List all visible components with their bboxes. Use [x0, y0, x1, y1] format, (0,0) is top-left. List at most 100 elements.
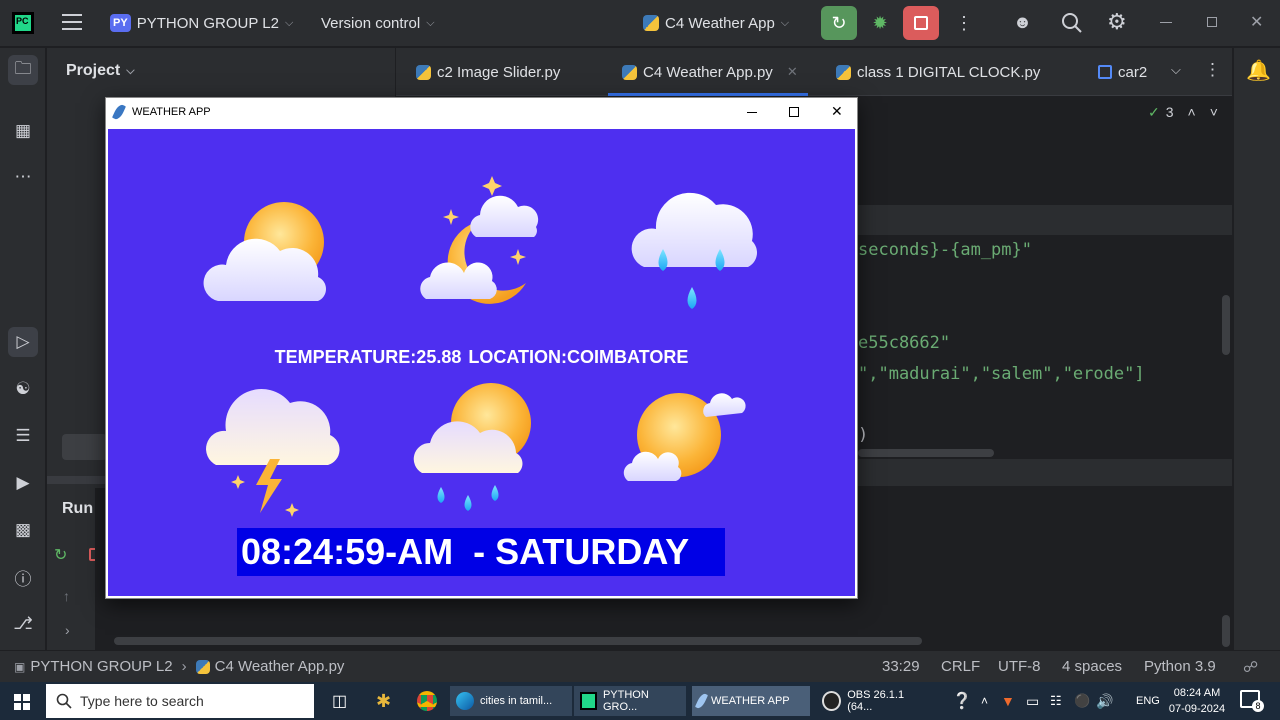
taskbar-app-pycharm[interactable]: PYTHON GRO... — [574, 686, 686, 716]
thunder-cloud-icon — [206, 388, 340, 517]
scroll-up-icon[interactable]: ↑ — [63, 588, 70, 604]
sun-rain-cloud-icon — [413, 383, 531, 511]
show-hidden-icons[interactable]: ˄ — [975, 686, 994, 716]
problems-icon[interactable]: ⓘ — [8, 562, 38, 592]
search-placeholder: Type here to search — [80, 693, 204, 709]
code-line: seconds}-{am_pm}" — [858, 240, 1032, 260]
close-window-icon[interactable]: ✕ — [831, 103, 843, 120]
obs-icon — [822, 691, 842, 711]
breadcrumb[interactable]: ▣ PYTHON GROUP L2 › C4 Weather App.py — [14, 658, 344, 675]
run-config-selector[interactable]: C4 Weather App ⌵ — [643, 9, 789, 37]
tab-label: class 1 DIGITAL CLOCK.py — [857, 63, 1041, 81]
vertical-scrollbar[interactable] — [1222, 295, 1230, 355]
more-tools-icon[interactable]: ⋯ — [8, 162, 38, 192]
code-line: ","madurai","salem","erode"] — [858, 364, 1145, 384]
left-tool-stripe: 🗀 ▦ ⋯ ▷ ☯ ☰ ▶ ▩ ⓘ ⎇ — [0, 48, 46, 650]
pycharm-icon — [580, 692, 597, 710]
python-file-icon — [195, 659, 210, 674]
run-vscrollbar[interactable] — [1222, 615, 1230, 647]
close-tab-icon[interactable]: ✕ — [787, 64, 798, 80]
indent-setting[interactable]: 4 spaces — [1062, 658, 1122, 675]
taskbar-app-label: WEATHER APP — [711, 695, 790, 707]
clock-time: 08:24 AM — [1173, 687, 1221, 699]
run-tool-icon[interactable]: ▷ — [8, 327, 38, 357]
inspections-widget[interactable]: ✓ 3 ˄ ˅ — [1148, 104, 1218, 121]
windows-start-icon[interactable] — [14, 694, 30, 710]
tab-label: c2 Image Slider.py — [437, 63, 561, 81]
weather-app-titlebar[interactable]: WEATHER APP ✕ — [106, 98, 857, 128]
next-issue-icon[interactable]: ˅ — [1210, 104, 1218, 121]
chevron-down-icon: ⌵ — [426, 16, 435, 29]
project-panel-header[interactable]: Project ⌵ — [66, 62, 135, 80]
expand-icon[interactable]: › — [65, 622, 70, 638]
taskbar-app-label: OBS 26.1.1 (64... — [847, 689, 905, 713]
settings-gear-icon[interactable]: ⚙ — [1107, 10, 1131, 34]
restore-ide-icon[interactable] — [1207, 17, 1217, 27]
python-file-icon — [416, 64, 431, 80]
tab-list-chevron-icon[interactable]: ⌵ — [1171, 62, 1181, 78]
taskbar-search-box[interactable]: Type here to search — [46, 684, 314, 718]
help-icon[interactable]: ❔ — [946, 686, 978, 716]
close-ide-icon[interactable]: ✕ — [1250, 12, 1264, 32]
main-menu-icon[interactable] — [62, 14, 82, 32]
minimize-window-icon[interactable] — [747, 112, 757, 113]
services-icon[interactable]: ▶ — [8, 468, 38, 498]
search-icon[interactable] — [1061, 12, 1083, 34]
chrome-icon[interactable] — [411, 686, 443, 716]
project-scrollbar[interactable] — [62, 434, 107, 460]
taskbar-app-obs[interactable]: OBS 26.1.1 (64... — [816, 686, 934, 716]
project-panel-title: Project — [66, 62, 121, 79]
project-folder-icon[interactable]: 🗀 — [8, 55, 38, 85]
rerun-small-icon[interactable]: ↻ — [54, 545, 67, 565]
python-packages-icon[interactable]: ☰ — [8, 421, 38, 451]
run-panel-title: Run — [62, 500, 94, 517]
network-icon[interactable]: ☷ — [1044, 686, 1068, 716]
minimize-ide-icon[interactable] — [1160, 22, 1172, 23]
battery-icon[interactable]: ▭ — [1020, 686, 1045, 716]
tab-weather-app[interactable]: C4 Weather App.py ✕ — [622, 60, 798, 84]
notification-center-icon[interactable]: 8 — [1240, 690, 1264, 712]
rerun-button[interactable]: ↻ — [821, 6, 857, 40]
breadcrumb-file[interactable]: C4 Weather App.py — [215, 658, 345, 675]
debug-button[interactable]: ✹ — [864, 6, 896, 40]
taskbar-app-weather[interactable]: WEATHER APP — [692, 686, 810, 716]
git-icon[interactable]: ⎇ — [8, 609, 38, 639]
taskbar-app-edge[interactable]: cities in tamil... — [450, 686, 572, 716]
task-view-icon[interactable]: ◫ — [326, 686, 353, 716]
project-selector[interactable]: PY PYTHON GROUP L2 ⌵ — [110, 9, 293, 37]
inspections-count: 3 — [1165, 104, 1174, 120]
brave-icon[interactable]: ▼ — [995, 686, 1021, 716]
breadcrumb-project[interactable]: PYTHON GROUP L2 — [30, 658, 172, 675]
account-icon[interactable]: ☻ — [1013, 12, 1037, 34]
chevron-down-icon: ⌵ — [284, 16, 294, 29]
stop-button[interactable] — [903, 6, 939, 40]
taskbar-app-label: PYTHON GRO... — [602, 689, 649, 713]
caret-position[interactable]: 33:29 — [882, 658, 920, 675]
terminal-icon[interactable]: ▩ — [8, 515, 38, 545]
prev-issue-icon[interactable]: ˄ — [1188, 104, 1196, 121]
horizontal-scrollbar[interactable] — [858, 449, 994, 457]
notifications-bell-icon[interactable]: 🔔 — [1246, 58, 1271, 83]
line-separator[interactable]: CRLF — [941, 658, 980, 675]
weather-app-window: WEATHER APP ✕ TEMPERATURE:25.88 LOCATION… — [105, 97, 858, 599]
python-interpreter[interactable]: Python 3.9 — [1144, 658, 1216, 675]
slack-icon[interactable]: ✱ — [370, 686, 397, 716]
more-actions-icon[interactable]: ⋮ — [955, 12, 973, 34]
windows-taskbar: Type here to search ◫ ✱ cities in tamil.… — [0, 682, 1280, 720]
volume-icon[interactable]: 🔊 — [1090, 686, 1119, 716]
vcs-menu[interactable]: Version control ⌵ — [321, 9, 435, 37]
tab-car2[interactable]: car2 — [1098, 60, 1147, 84]
file-encoding[interactable]: UTF-8 — [998, 658, 1041, 675]
tab-image-slider[interactable]: c2 Image Slider.py — [416, 60, 560, 84]
taskbar-clock[interactable]: 08:24 AM 07-09-2024 — [1164, 685, 1230, 717]
run-output-scrollbar[interactable] — [114, 637, 922, 645]
python-console-icon[interactable]: ☯ — [8, 374, 38, 404]
lock-icon[interactable]: ☍ — [1243, 658, 1258, 676]
active-tab-indicator — [608, 93, 808, 96]
maximize-window-icon[interactable] — [789, 107, 799, 117]
language-indicator[interactable]: ENG — [1130, 686, 1166, 716]
structure-icon[interactable]: ▦ — [8, 116, 38, 146]
tab-digital-clock[interactable]: class 1 DIGITAL CLOCK.py — [836, 60, 1040, 84]
tab-more-icon[interactable]: ⋮ — [1204, 60, 1221, 80]
tab-label: car2 — [1118, 63, 1148, 81]
